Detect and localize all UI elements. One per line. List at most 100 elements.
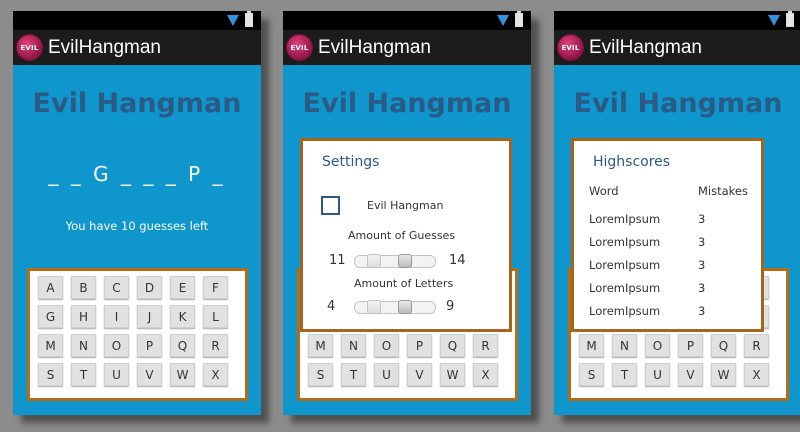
phone-highscores-screen: EVIL EvilHangman Evil Hangman ABCDEFGHIJ… xyxy=(554,11,800,415)
guesses-slider-max-thumb[interactable] xyxy=(398,254,412,268)
key-r[interactable]: R xyxy=(744,334,769,357)
status-bar xyxy=(13,11,261,30)
highscore-mistakes: 3 xyxy=(698,212,706,226)
guesses-min-value: 11 xyxy=(329,253,346,268)
key-w[interactable]: W xyxy=(440,363,465,386)
key-n[interactable]: N xyxy=(341,334,366,357)
key-q[interactable]: Q xyxy=(170,334,195,357)
action-bar: EVIL EvilHangman xyxy=(283,30,531,65)
highscore-word: LoremIpsum xyxy=(589,258,661,272)
letters-min-value: 4 xyxy=(327,299,336,314)
evil-hangman-checkbox[interactable] xyxy=(321,196,340,215)
key-v[interactable]: V xyxy=(407,363,432,386)
key-m[interactable]: M xyxy=(308,334,333,357)
app-logo-icon: EVIL xyxy=(286,34,313,61)
key-t[interactable]: T xyxy=(612,363,637,386)
game-title: Evil Hangman xyxy=(302,88,512,119)
key-t[interactable]: T xyxy=(71,363,96,386)
app-logo-icon: EVIL xyxy=(16,34,43,61)
key-o[interactable]: O xyxy=(645,334,670,357)
key-v[interactable]: V xyxy=(137,363,162,386)
key-q[interactable]: Q xyxy=(440,334,465,357)
status-bar xyxy=(283,11,531,30)
letters-range-slider[interactable] xyxy=(354,300,436,314)
word-column-header: Word xyxy=(589,184,619,198)
letters-slider-min-thumb[interactable] xyxy=(367,300,381,314)
key-g[interactable]: G xyxy=(38,305,63,328)
key-x[interactable]: X xyxy=(473,363,498,386)
key-b[interactable]: B xyxy=(71,276,96,299)
highscore-word: LoremIpsum xyxy=(589,281,661,295)
key-t[interactable]: T xyxy=(341,363,366,386)
highscore-word: LoremIpsum xyxy=(589,304,661,318)
battery-icon xyxy=(245,11,253,27)
mistakes-column-header: Mistakes xyxy=(698,184,748,198)
action-bar: EVIL EvilHangman xyxy=(554,30,800,65)
key-k[interactable]: K xyxy=(170,305,195,328)
key-m[interactable]: M xyxy=(38,334,63,357)
key-a[interactable]: A xyxy=(38,276,63,299)
letters-max-value: 9 xyxy=(446,299,455,314)
action-bar: EVIL EvilHangman xyxy=(13,30,261,65)
guesses-slider-label: Amount of Guesses xyxy=(348,229,456,242)
app-name: EvilHangman xyxy=(318,36,431,58)
key-j[interactable]: J xyxy=(137,305,162,328)
key-h[interactable]: H xyxy=(71,305,96,328)
game-title: Evil Hangman xyxy=(32,88,242,119)
key-u[interactable]: U xyxy=(104,363,129,386)
key-p[interactable]: P xyxy=(678,334,703,357)
app-name: EvilHangman xyxy=(589,36,702,58)
wifi-icon xyxy=(497,14,509,26)
guesses-remaining: You have 10 guesses left xyxy=(65,219,209,233)
evil-hangman-label: Evil Hangman xyxy=(367,199,444,212)
key-s[interactable]: S xyxy=(38,363,63,386)
key-v[interactable]: V xyxy=(678,363,703,386)
key-r[interactable]: R xyxy=(203,334,228,357)
key-u[interactable]: U xyxy=(374,363,399,386)
key-o[interactable]: O xyxy=(104,334,129,357)
wifi-icon xyxy=(227,14,239,26)
key-p[interactable]: P xyxy=(137,334,162,357)
settings-title: Settings xyxy=(322,154,380,170)
guesses-max-value: 14 xyxy=(449,253,466,268)
key-e[interactable]: E xyxy=(170,276,195,299)
key-p[interactable]: P xyxy=(407,334,432,357)
key-c[interactable]: C xyxy=(104,276,129,299)
key-m[interactable]: M xyxy=(579,334,604,357)
key-l[interactable]: L xyxy=(203,305,228,328)
game-title: Evil Hangman xyxy=(573,88,783,119)
app-logo-icon: EVIL xyxy=(557,34,584,61)
key-n[interactable]: N xyxy=(71,334,96,357)
key-x[interactable]: X xyxy=(744,363,769,386)
battery-icon xyxy=(786,11,794,27)
key-s[interactable]: S xyxy=(308,363,333,386)
key-w[interactable]: W xyxy=(170,363,195,386)
app-name: EvilHangman xyxy=(48,36,161,58)
highscore-word: LoremIpsum xyxy=(589,235,661,249)
key-r[interactable]: R xyxy=(473,334,498,357)
key-f[interactable]: F xyxy=(203,276,228,299)
battery-icon xyxy=(515,11,523,27)
key-n[interactable]: N xyxy=(612,334,637,357)
key-u[interactable]: U xyxy=(645,363,670,386)
key-x[interactable]: X xyxy=(203,363,228,386)
key-s[interactable]: S xyxy=(579,363,604,386)
highscore-word: LoremIpsum xyxy=(589,212,661,226)
highscores-title: Highscores xyxy=(593,154,671,170)
guesses-slider-min-thumb[interactable] xyxy=(367,254,381,268)
guesses-range-slider[interactable] xyxy=(354,254,436,268)
phone-settings-screen: EVIL EvilHangman Evil Hangman ABCDEFGHIJ… xyxy=(283,11,531,415)
key-i[interactable]: I xyxy=(104,305,129,328)
key-q[interactable]: Q xyxy=(711,334,736,357)
settings-dialog: Settings Evil Hangman Amount of Guesses … xyxy=(300,138,512,332)
key-w[interactable]: W xyxy=(711,363,736,386)
highscore-mistakes: 3 xyxy=(698,304,706,318)
key-d[interactable]: D xyxy=(137,276,162,299)
wifi-icon xyxy=(768,14,780,26)
letter-keyboard: ABCDEF GHIJKL MNOPQR STUVWX xyxy=(27,268,248,401)
letters-slider-label: Amount of Letters xyxy=(354,277,454,290)
status-bar xyxy=(554,11,800,30)
highscore-mistakes: 3 xyxy=(698,235,706,249)
key-o[interactable]: O xyxy=(374,334,399,357)
letters-slider-max-thumb[interactable] xyxy=(398,300,412,314)
